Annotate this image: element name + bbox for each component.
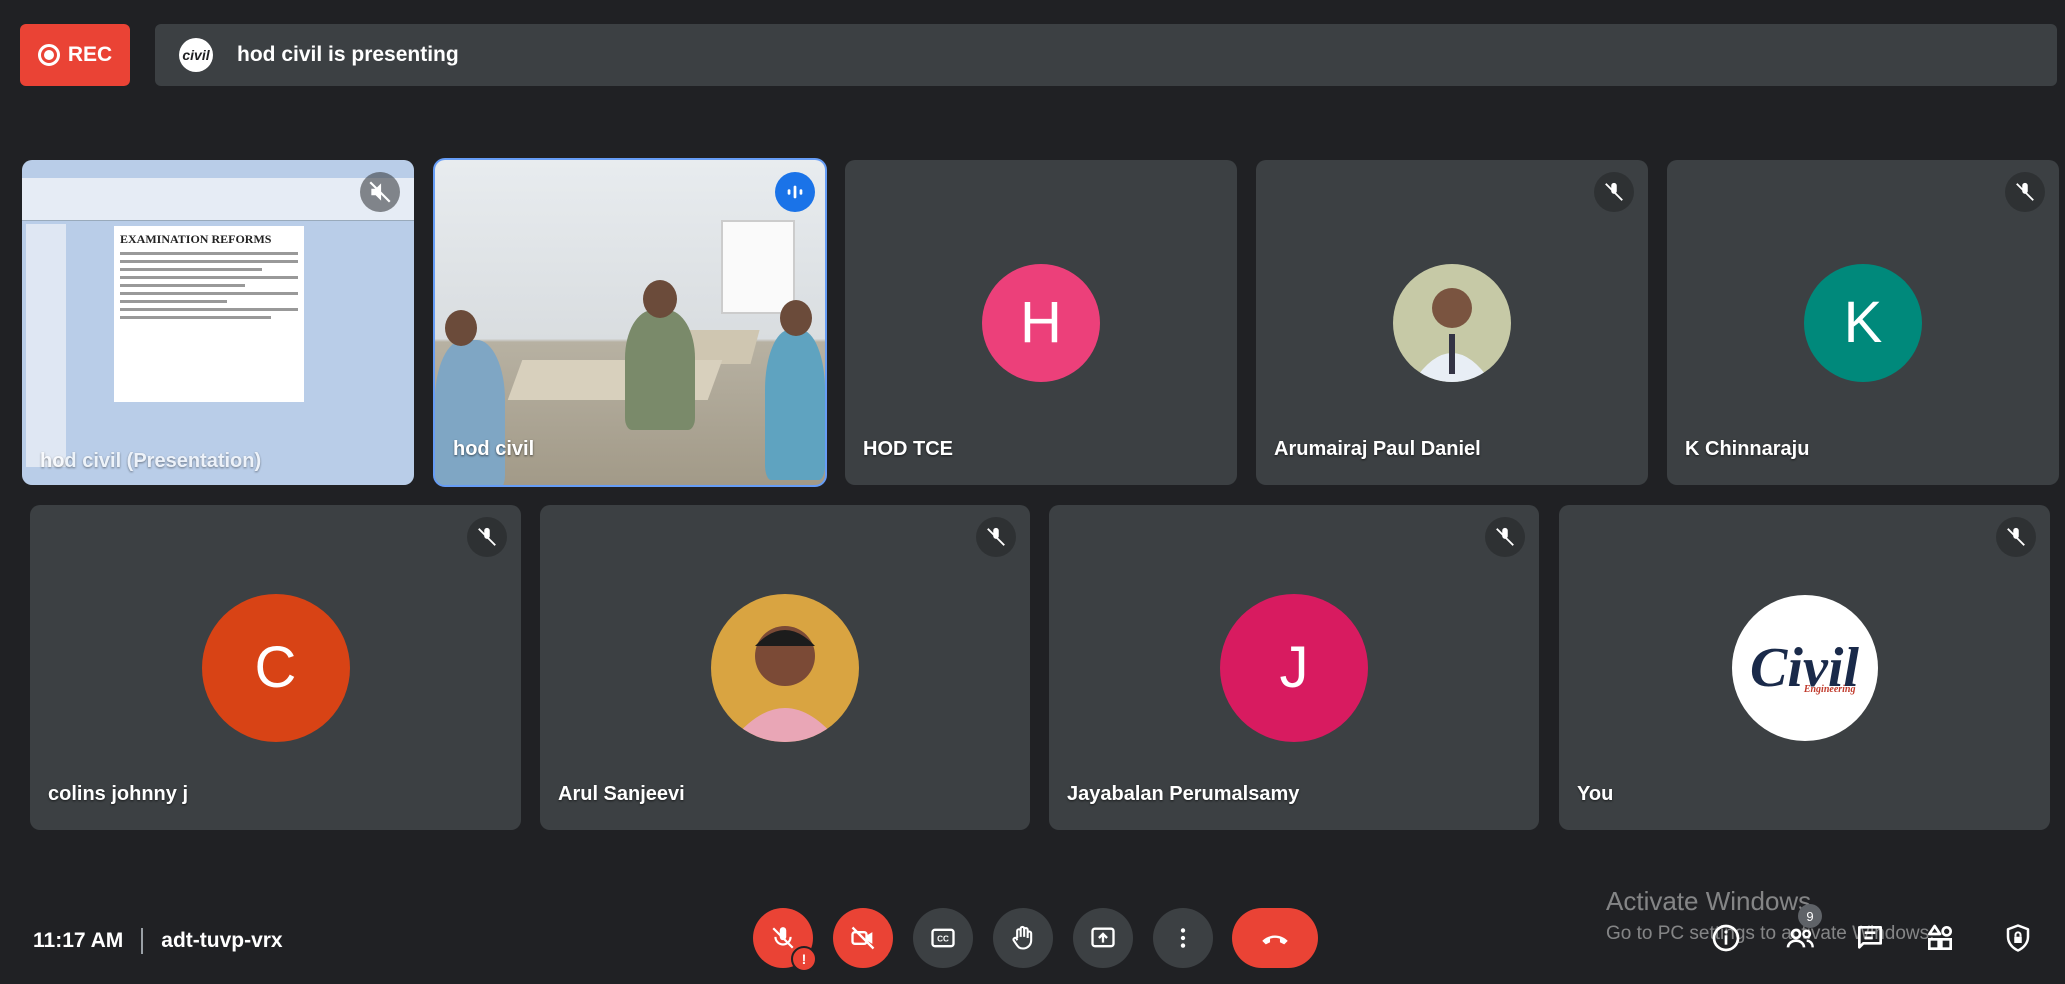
participant-tile[interactable]: H HOD TCE — [845, 160, 1237, 485]
tile-name: hod civil (Presentation) — [40, 450, 262, 472]
meeting-code[interactable]: adt-tuvp-vrx — [161, 929, 282, 953]
civil-logo: Civil Engineering — [1731, 594, 1878, 741]
participant-tile-self[interactable]: Civil Engineering You — [1559, 505, 2050, 830]
more-options-button[interactable] — [1153, 908, 1213, 968]
camera-feed — [435, 160, 825, 485]
slide-text-line — [120, 316, 272, 319]
watermark-title: Activate Windows — [1606, 886, 1812, 916]
chat-icon — [1858, 926, 1882, 949]
presenting-banner: civil hod civil is presenting — [155, 24, 2057, 86]
meeting-time: 11:17 AM — [33, 929, 124, 952]
slide-text-line — [120, 268, 263, 271]
camera-person — [765, 330, 825, 480]
volume-off-icon — [360, 172, 400, 212]
meeting-details-button[interactable] — [1706, 918, 1746, 958]
presentation-tile[interactable]: EXAMINATION REFORMS hod civil (Presentat… — [22, 160, 414, 485]
captions-button[interactable]: CC — [913, 908, 973, 968]
slide-text-line — [120, 300, 227, 303]
participant-photo — [1393, 263, 1511, 382]
meeting-info: 11:17 AM adt-tuvp-vrx — [33, 928, 283, 954]
tile-name: colins johnny j — [48, 783, 189, 805]
tile-name: HOD TCE — [863, 438, 953, 460]
raise-hand-button[interactable] — [993, 908, 1053, 968]
slide-page: EXAMINATION REFORMS — [114, 226, 304, 402]
mic-off-icon — [1594, 172, 1634, 212]
present-screen-icon — [1091, 927, 1115, 948]
tile-name: Jayabalan Perumalsamy — [1067, 783, 1300, 805]
participant-photo — [711, 593, 859, 742]
civil-logo-sub: Engineering — [1803, 683, 1856, 695]
tile-name: K Chinnaraju — [1685, 438, 1810, 460]
participant-tile[interactable]: Arumairaj Paul Daniel — [1256, 160, 1648, 485]
slide-title: EXAMINATION REFORMS — [120, 232, 272, 246]
participant-tile[interactable]: C colins johnny j — [30, 505, 521, 830]
camera-person-head — [780, 300, 812, 336]
camera-person-head — [643, 280, 677, 318]
people-button[interactable]: 9 — [1780, 904, 1822, 958]
presentation-screen: EXAMINATION REFORMS — [22, 160, 414, 485]
slide-text-line — [120, 276, 298, 279]
ppt-ribbon — [22, 178, 414, 221]
slide-text-line — [120, 260, 298, 263]
camera-person — [435, 340, 505, 485]
slide-text-line — [120, 284, 245, 287]
svg-text:CC: CC — [937, 935, 949, 944]
more-vert-icon — [1180, 928, 1186, 948]
mic-off-icon — [1996, 517, 2036, 557]
participant-tile[interactable]: K K Chinnaraju — [1667, 160, 2059, 485]
activities-button[interactable] — [1920, 918, 1960, 958]
ppt-slide-thumbnails — [26, 224, 66, 467]
recording-indicator[interactable]: REC — [20, 24, 130, 86]
participant-count-badge: 9 — [1798, 904, 1822, 928]
slide-text-line — [120, 292, 298, 295]
mic-alert-badge: ! — [791, 946, 817, 972]
participant-avatar: C — [201, 593, 350, 742]
participant-avatar: H — [982, 263, 1100, 382]
participant-tile[interactable]: J Jayabalan Perumalsamy — [1049, 505, 1539, 830]
leave-call-button[interactable] — [1232, 908, 1318, 968]
chat-button[interactable] — [1850, 918, 1890, 958]
camera-toggle-button[interactable] — [833, 908, 893, 968]
presenting-text: hod civil is presenting — [237, 43, 459, 66]
slide-text-line — [120, 252, 298, 255]
call-end-icon — [1262, 935, 1288, 945]
camera-person — [625, 310, 695, 430]
info-icon — [1712, 924, 1740, 952]
mic-off-icon — [2005, 172, 2045, 212]
host-controls-button[interactable] — [1998, 918, 2038, 958]
recording-label: REC — [67, 43, 113, 66]
mic-off-icon — [772, 927, 794, 949]
top-bar: REC civil hod civil is presenting — [20, 24, 2057, 86]
participant-tile[interactable]: Arul Sanjeevi — [540, 505, 1030, 830]
tile-name: Arumairaj Paul Daniel — [1274, 438, 1481, 460]
presenter-avatar: civil — [179, 38, 213, 72]
raise-hand-icon — [1012, 925, 1033, 950]
tile-name: You — [1577, 783, 1614, 805]
record-icon — [37, 44, 60, 66]
mic-toggle-button[interactable]: ! — [753, 908, 817, 972]
divider — [141, 928, 144, 954]
participant-avatar: J — [1220, 593, 1368, 742]
camera-window — [721, 220, 795, 314]
closed-caption-icon: CC — [931, 928, 955, 948]
participant-tile[interactable]: hod civil — [433, 158, 827, 487]
mic-off-icon — [976, 517, 1016, 557]
videocam-off-icon — [851, 926, 875, 950]
tile-name: Arul Sanjeevi — [558, 783, 685, 805]
tile-name: hod civil — [453, 438, 535, 460]
mic-off-icon — [1485, 517, 1525, 557]
mic-off-icon — [467, 517, 507, 557]
slide-text-line — [120, 308, 298, 311]
present-now-button[interactable] — [1073, 908, 1133, 968]
participant-avatar: K — [1804, 263, 1922, 382]
speaking-indicator-icon — [775, 172, 815, 212]
host-controls-icon — [2006, 924, 2030, 952]
camera-person-head — [445, 310, 477, 346]
activities-icon — [1928, 924, 1952, 950]
